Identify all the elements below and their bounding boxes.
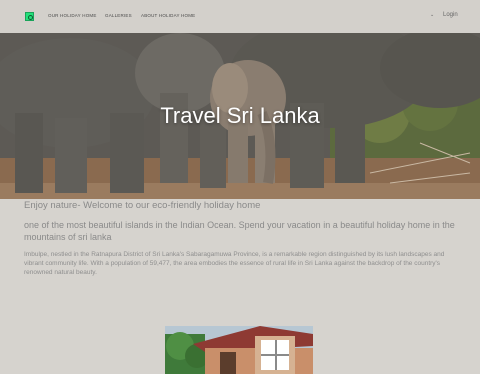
nav-link-about-holiday-home[interactable]: ABOUT HOLIDAY HOME bbox=[141, 13, 195, 18]
intro-lead-paragraph: one of the most beautiful islands in the… bbox=[24, 220, 455, 242]
intro-body-paragraph: Imbulpe, nestled in the Ratnapura Distri… bbox=[24, 251, 445, 276]
login-link[interactable]: Login bbox=[443, 12, 458, 18]
intro-heading: Enjoy nature- Welcome to our eco-friendl… bbox=[24, 200, 261, 211]
hero-title: Travel Sri Lanka bbox=[160, 103, 320, 128]
nav-link-our-holiday-home[interactable]: OUR HOLIDAY HOME bbox=[48, 13, 97, 18]
nav-link-galleries[interactable]: GALLERIES bbox=[105, 13, 132, 18]
hero-banner: Travel Sri Lanka bbox=[0, 33, 480, 199]
holiday-home-photo bbox=[165, 326, 313, 374]
site-logo[interactable] bbox=[25, 12, 34, 21]
chevron-down-icon[interactable]: ⌄ bbox=[430, 12, 434, 18]
top-navigation-bar: OUR HOLIDAY HOME GALLERIES ABOUT HOLIDAY… bbox=[0, 0, 480, 33]
